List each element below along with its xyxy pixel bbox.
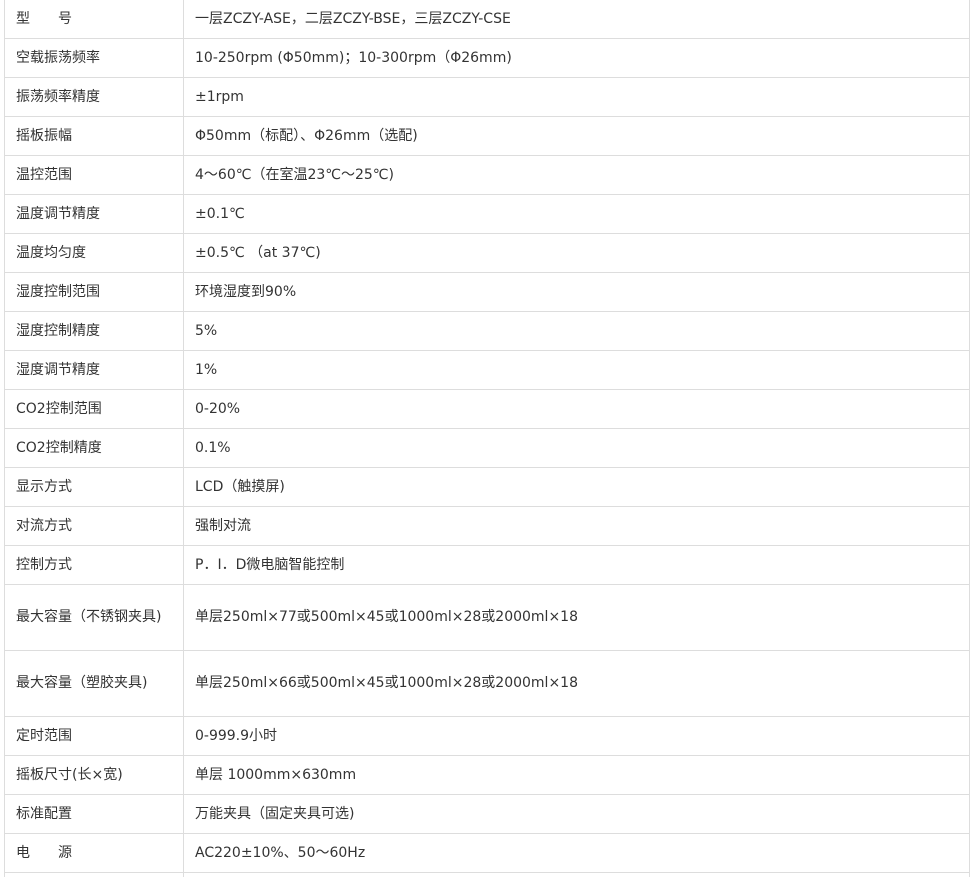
spec-value: 万能夹具（固定夹具可选) [183,794,970,834]
spec-row-capacity-plastic: 最大容量（塑胶夹具) 单层250ml×66或500ml×45或1000ml×28… [4,650,970,717]
spec-label: 温控范围 [4,155,184,195]
spec-label: 标准配置 [4,794,184,834]
spec-row-amplitude: 摇板振幅 Φ50mm（标配）、Φ26mm（选配) [4,116,970,156]
spec-label: 最大容量（塑胶夹具) [4,650,184,717]
spec-value: Φ50mm（标配）、Φ26mm（选配) [183,116,970,156]
spec-value: 0-999.9小时 [183,716,970,756]
spec-table-body: 型 号 一层ZCZY-ASE，二层ZCZY-BSE，三层ZCZY-CSE 空载振… [4,0,970,877]
spec-value: 10-250rpm (Φ50mm)；10-300rpm（Φ26mm) [183,38,970,78]
spec-row-timer-range: 定时范围 0-999.9小时 [4,716,970,756]
spec-label: 对流方式 [4,506,184,546]
spec-row-trailing [4,872,970,877]
spec-value: 单层250ml×66或500ml×45或1000ml×28或2000ml×18 [183,650,970,717]
spec-value: 环境湿度到90% [183,272,970,312]
spec-value: 单层250ml×77或500ml×45或1000ml×28或2000ml×18 [183,584,970,651]
spec-label: 电 源 [4,833,184,873]
spec-label: 空载振荡频率 [4,38,184,78]
spec-row-power: 电 源 AC220±10%、50～60Hz [4,833,970,873]
spec-label: 定时范围 [4,716,184,756]
spec-label: CO2控制精度 [4,428,184,468]
spec-row-humidity-range: 湿度控制范围 环境湿度到90% [4,272,970,312]
spec-label: 振荡频率精度 [4,77,184,117]
spec-label: 湿度控制范围 [4,272,184,312]
spec-value: 4～60℃（在室温23℃～25℃) [183,155,970,195]
spec-row-capacity-steel: 最大容量（不锈钢夹具) 单层250ml×77或500ml×45或1000ml×2… [4,584,970,651]
spec-value: ±0.5℃ （at 37℃) [183,233,970,273]
spec-label: 湿度控制精度 [4,311,184,351]
spec-row-model: 型 号 一层ZCZY-ASE，二层ZCZY-BSE，三层ZCZY-CSE [4,0,970,39]
spec-value: 0.1% [183,428,970,468]
spec-label: 摇板尺寸(长×宽) [4,755,184,795]
spec-label: 型 号 [4,0,184,39]
spec-value: ±1rpm [183,77,970,117]
spec-label: CO2控制范围 [4,389,184,429]
spec-value: LCD（触摸屏) [183,467,970,507]
spec-value: P．I．D微电脑智能控制 [183,545,970,585]
spec-value: AC220±10%、50～60Hz [183,833,970,873]
spec-label: 摇板振幅 [4,116,184,156]
spec-value: 5% [183,311,970,351]
spec-row-control-method: 控制方式 P．I．D微电脑智能控制 [4,545,970,585]
spec-value: 强制对流 [183,506,970,546]
spec-label: 温度调节精度 [4,194,184,234]
spec-label: 温度均匀度 [4,233,184,273]
spec-label: 最大容量（不锈钢夹具) [4,584,184,651]
spec-row-temperature-accuracy: 温度调节精度 ±0.1℃ [4,194,970,234]
spec-trailing-cell [4,872,184,877]
spec-row-standard-config: 标准配置 万能夹具（固定夹具可选) [4,794,970,834]
spec-value: 一层ZCZY-ASE，二层ZCZY-BSE，三层ZCZY-CSE [183,0,970,39]
spec-row-humidity-adjust-accuracy: 湿度调节精度 1% [4,350,970,390]
spec-row-platform-size: 摇板尺寸(长×宽) 单层 1000mm×630mm [4,755,970,795]
spec-table: 型 号 一层ZCZY-ASE，二层ZCZY-BSE，三层ZCZY-CSE 空载振… [4,0,970,877]
spec-row-humidity-control-accuracy: 湿度控制精度 5% [4,311,970,351]
spec-trailing-cell [183,872,970,877]
spec-value: 单层 1000mm×630mm [183,755,970,795]
spec-row-temperature-uniformity: 温度均匀度 ±0.5℃ （at 37℃) [4,233,970,273]
spec-row-temperature-range: 温控范围 4～60℃（在室温23℃～25℃) [4,155,970,195]
spec-row-display: 显示方式 LCD（触摸屏) [4,467,970,507]
spec-row-co2-accuracy: CO2控制精度 0.1% [4,428,970,468]
spec-row-co2-range: CO2控制范围 0-20% [4,389,970,429]
spec-label: 显示方式 [4,467,184,507]
spec-value: 1% [183,350,970,390]
spec-value: ±0.1℃ [183,194,970,234]
spec-row-frequency-accuracy: 振荡频率精度 ±1rpm [4,77,970,117]
spec-label: 湿度调节精度 [4,350,184,390]
spec-row-oscillation-frequency: 空载振荡频率 10-250rpm (Φ50mm)；10-300rpm（Φ26mm… [4,38,970,78]
spec-row-convection: 对流方式 强制对流 [4,506,970,546]
spec-value: 0-20% [183,389,970,429]
spec-label: 控制方式 [4,545,184,585]
